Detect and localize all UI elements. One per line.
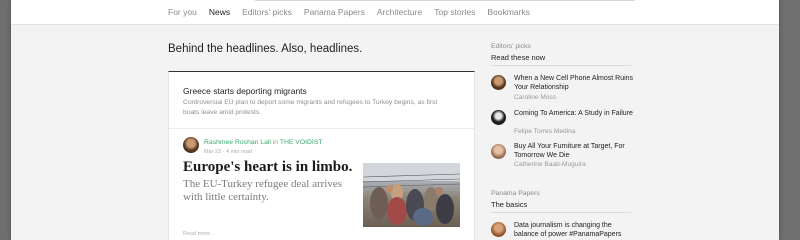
publication-link[interactable]: THE VOIDIST [280,139,323,146]
section-rule [491,65,631,66]
pick-author[interactable]: Caroline Moss [514,94,556,101]
browser-window: For you News Editors' picks Panama Paper… [11,0,779,240]
section-tabs: For you News Editors' picks Panama Paper… [168,0,536,24]
author-avatar[interactable] [183,137,199,153]
pick-avatar[interactable] [491,222,506,237]
tab-editors-picks[interactable]: Editors' picks [236,7,298,17]
article-byline: Rashmee Roshan Lall in THE VOIDIST [204,139,323,146]
pick-title-link[interactable]: Data journalism is changing the balance … [514,221,634,239]
pick-title-link[interactable]: When a New Cell Phone Almost Ruins Your … [514,74,634,92]
author-name-link[interactable]: Rashmee Roshan Lall [204,139,271,146]
article-subtitle: The EU-Turkey refugee deal arrives with … [183,178,343,203]
divider [169,128,474,129]
article-photo[interactable] [363,163,460,227]
news-story-card: Greece starts deporting migrants Controv… [168,71,475,240]
editors-picks-label[interactable]: Editors' picks [491,43,531,50]
tab-bookmarks[interactable]: Bookmarks [481,7,536,17]
panama-papers-title: The basics [491,200,528,209]
tab-top-stories[interactable]: Top stories [428,7,481,17]
pick-avatar[interactable] [491,75,506,90]
tab-architecture[interactable]: Architecture [371,7,428,17]
tab-news[interactable]: News [203,7,236,17]
editors-picks-title: Read these now [491,53,546,62]
pick-title-link[interactable]: Buy All Your Furniture at Target, For To… [514,142,634,160]
page-headline: Behind the headlines. Also, headlines. [168,43,363,55]
pick-title-link[interactable]: Coming To America: A Study in Failure [514,109,634,118]
tab-panama-papers[interactable]: Panama Papers [298,7,371,17]
pick-avatar[interactable] [491,144,506,159]
top-navigation-bar: For you News Editors' picks Panama Paper… [11,0,779,25]
pick-author[interactable]: Felipe Torres Medina [514,128,575,135]
article-title-link[interactable]: Europe's heart is in limbo. [183,159,352,176]
article-meta: Mar 23 · 4 min read [204,149,252,155]
tab-for-you[interactable]: For you [168,7,203,17]
story-title-link[interactable]: Greece starts deporting migrants [183,86,307,96]
panama-papers-label[interactable]: Panama Papers [491,190,540,197]
pick-avatar[interactable] [491,110,506,125]
section-rule [491,212,631,213]
photo-illustration [363,163,460,226]
byline-in-text: in [272,139,279,146]
story-description: Controversial EU plan to deport some mig… [183,99,438,116]
read-more-link[interactable]: Read more… [183,231,216,237]
pick-author[interactable]: Catherine Baab-Muguira [514,161,586,168]
